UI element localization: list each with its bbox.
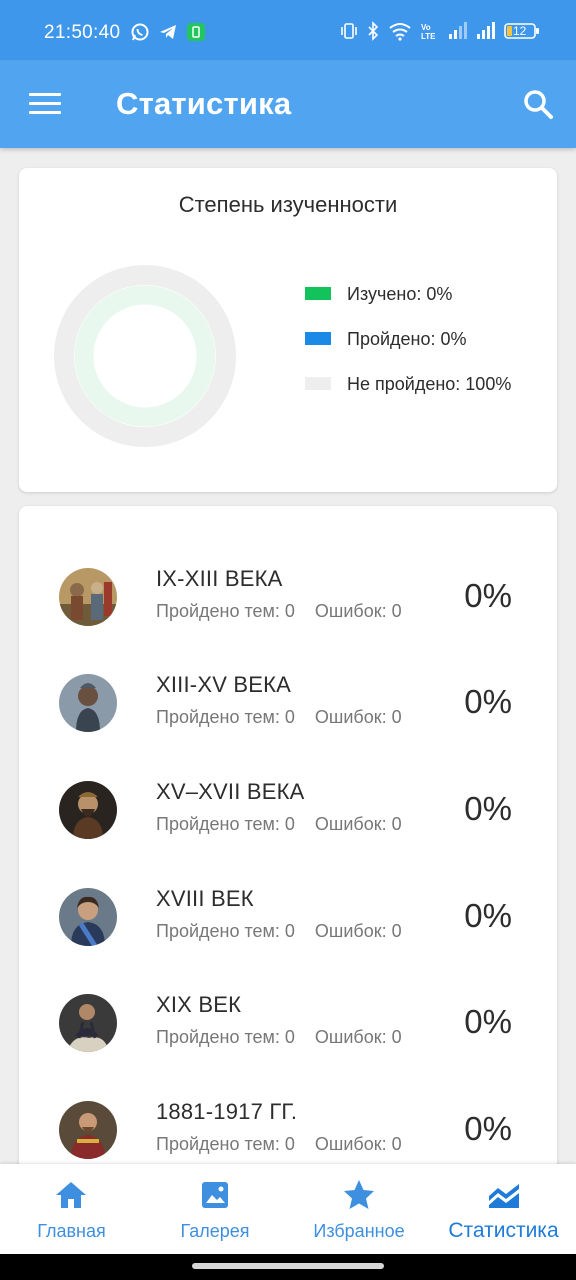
battery-icon: 12 bbox=[504, 21, 540, 46]
period-stats: Пройдено тем: 0 Ошибок: 0 bbox=[156, 814, 402, 835]
legend-swatch-studied bbox=[305, 287, 331, 300]
passed-count: Пройдено тем: 0 bbox=[156, 1027, 295, 1047]
period-title: XVIII ВЕК bbox=[156, 886, 254, 911]
passed-count: Пройдено тем: 0 bbox=[156, 1134, 295, 1154]
period-item-ix-xiii[interactable]: IX-XIII ВЕКА Пройдено тем: 0 Ошибок: 0 0% bbox=[19, 538, 557, 644]
period-stats: Пройдено тем: 0 Ошибок: 0 bbox=[156, 921, 402, 942]
errors-count: Ошибок: 0 bbox=[314, 921, 402, 941]
period-item-xv-xvii[interactable]: XV–XVII ВЕКА Пройдено тем: 0 Ошибок: 0 0% bbox=[19, 751, 557, 857]
status-bar: 21:50:40 Vo LTE 12 bbox=[0, 0, 576, 60]
wifi-icon bbox=[388, 21, 412, 46]
nav-home[interactable]: Главная bbox=[0, 1164, 143, 1254]
period-avatar bbox=[59, 781, 117, 839]
errors-count: Ошибок: 0 bbox=[314, 1134, 402, 1154]
telegram-icon bbox=[158, 22, 178, 47]
period-title: XV–XVII ВЕКА bbox=[156, 779, 305, 804]
legend-swatch-passed bbox=[305, 332, 331, 345]
period-percent: 0% bbox=[464, 1110, 512, 1147]
period-title: 1881-1917 ГГ. bbox=[156, 1099, 298, 1124]
period-percent: 0% bbox=[464, 790, 512, 827]
period-item-xviii[interactable]: XVIII ВЕК Пройдено тем: 0 Ошибок: 0 0% bbox=[19, 858, 557, 964]
home-icon bbox=[56, 1182, 86, 1208]
period-avatar bbox=[59, 888, 117, 946]
page-title: Статистика bbox=[116, 86, 292, 121]
nav-favorites-label: Избранное bbox=[313, 1221, 405, 1241]
legend-label-passed: Пройдено: 0% bbox=[347, 329, 467, 349]
nav-statistics-label: Статистика bbox=[448, 1219, 559, 1242]
search-icon[interactable] bbox=[522, 88, 554, 125]
progress-card: Степень изученности Изучено: 0% Пройдено… bbox=[19, 168, 557, 492]
legend-label-not-passed: Не пройдено: 100% bbox=[347, 374, 512, 394]
legend-label-studied: Изучено: 0% bbox=[347, 284, 453, 304]
system-nav-bar bbox=[0, 1254, 576, 1280]
nav-home-label: Главная bbox=[37, 1221, 106, 1241]
period-percent: 0% bbox=[464, 683, 512, 720]
bottom-navigation: Главная Галерея Избранное Статистика bbox=[0, 1164, 576, 1254]
legend-swatch-not-passed bbox=[305, 377, 331, 390]
status-time: 21:50:40 bbox=[44, 22, 121, 43]
nav-gallery-label: Галерея bbox=[180, 1221, 250, 1241]
period-percent: 0% bbox=[464, 897, 512, 934]
period-stats: Пройдено тем: 0 Ошибок: 0 bbox=[156, 707, 402, 728]
period-title: XIX ВЕК bbox=[156, 992, 242, 1017]
whatsapp-icon bbox=[130, 22, 150, 47]
period-item-1881-1917[interactable]: 1881-1917 ГГ. Пройдено тем: 0 Ошибок: 0 0… bbox=[19, 1071, 557, 1177]
battery-level: 12 bbox=[513, 24, 527, 38]
periods-list: IX-XIII ВЕКА Пройдено тем: 0 Ошибок: 0 0%… bbox=[19, 506, 557, 1186]
period-stats: Пройдено тем: 0 Ошибок: 0 bbox=[156, 1027, 402, 1048]
passed-count: Пройдено тем: 0 bbox=[156, 707, 295, 727]
signal-icon bbox=[448, 21, 468, 46]
period-stats: Пройдено тем: 0 Ошибок: 0 bbox=[156, 1134, 402, 1155]
period-title: IX-XIII ВЕКА bbox=[156, 566, 283, 591]
period-percent: 0% bbox=[464, 1003, 512, 1040]
signal-icon bbox=[476, 21, 496, 46]
progress-card-title: Степень изученности bbox=[178, 192, 398, 217]
nav-statistics[interactable]: Статистика bbox=[431, 1164, 576, 1254]
bluetooth-icon bbox=[366, 21, 380, 46]
errors-count: Ошибок: 0 bbox=[314, 707, 402, 727]
errors-count: Ошибок: 0 bbox=[314, 814, 402, 834]
notification-app-icon bbox=[186, 22, 206, 47]
gallery-icon bbox=[202, 1182, 228, 1208]
menu-icon[interactable] bbox=[29, 93, 61, 115]
svg-text:LTE: LTE bbox=[421, 32, 436, 41]
period-title: XIII-XV ВЕКА bbox=[156, 672, 292, 697]
home-gesture-handle[interactable] bbox=[192, 1263, 384, 1269]
volte-icon: Vo LTE bbox=[420, 21, 440, 46]
vibrate-icon bbox=[340, 21, 358, 46]
star-icon bbox=[344, 1180, 374, 1209]
svg-text:Vo: Vo bbox=[421, 23, 431, 32]
period-stats: Пройдено тем: 0 Ошибок: 0 bbox=[156, 601, 402, 622]
errors-count: Ошибок: 0 bbox=[314, 601, 402, 621]
passed-count: Пройдено тем: 0 bbox=[156, 921, 295, 941]
errors-count: Ошибок: 0 bbox=[314, 1027, 402, 1047]
nav-favorites[interactable]: Избранное bbox=[287, 1164, 431, 1254]
progress-donut-chart bbox=[54, 265, 236, 447]
period-avatar bbox=[59, 674, 117, 732]
passed-count: Пройдено тем: 0 bbox=[156, 814, 295, 834]
app-bar: Статистика bbox=[0, 60, 576, 148]
passed-count: Пройдено тем: 0 bbox=[156, 601, 295, 621]
period-avatar bbox=[59, 1101, 117, 1159]
period-item-xiii-xv[interactable]: XIII-XV ВЕКА Пройдено тем: 0 Ошибок: 0 0% bbox=[19, 644, 557, 750]
period-avatar bbox=[59, 568, 117, 626]
chart-icon bbox=[489, 1184, 519, 1208]
period-avatar bbox=[59, 994, 117, 1052]
nav-gallery[interactable]: Галерея bbox=[143, 1164, 287, 1254]
period-percent: 0% bbox=[464, 577, 512, 614]
period-item-xix[interactable]: XIX ВЕК Пройдено тем: 0 Ошибок: 0 0% bbox=[19, 964, 557, 1070]
